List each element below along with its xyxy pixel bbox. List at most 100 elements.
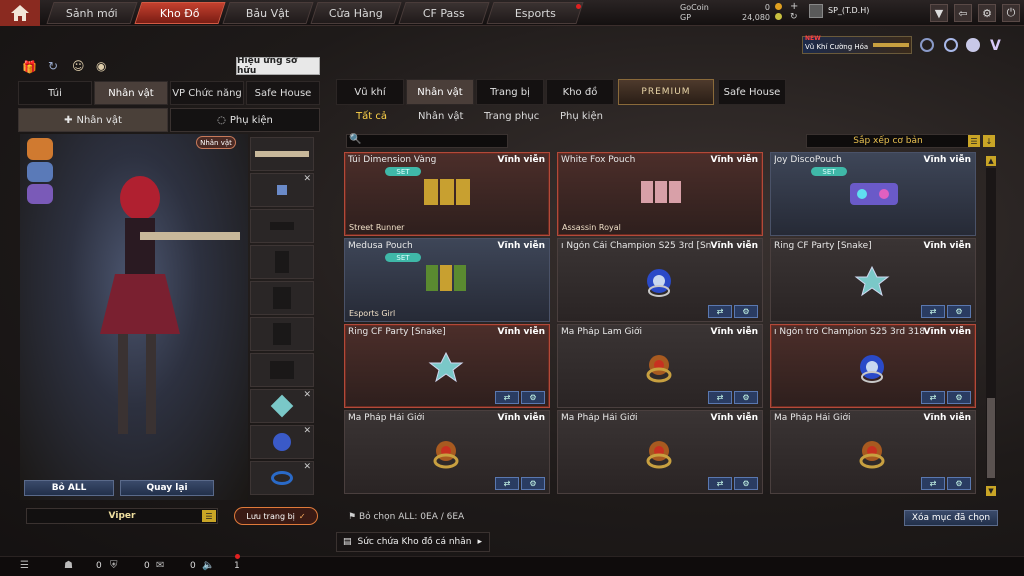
sort-order-icon[interactable]: ↓ — [983, 135, 995, 147]
sort-dropdown[interactable]: Sắp xếp cơ bản — [806, 134, 970, 148]
speaker-icon[interactable]: 🔈 — [202, 560, 214, 571]
exit-icon[interactable]: ⇦ — [954, 4, 972, 22]
convert-button[interactable]: ⇄ — [708, 391, 732, 404]
tab-functional[interactable]: VP Chức năng — [170, 81, 244, 105]
slot-8[interactable]: ✕ — [250, 425, 314, 459]
menu-icon[interactable]: ☰ — [202, 510, 216, 522]
convert-button[interactable]: ⇄ — [495, 477, 519, 490]
settings-button[interactable]: ⚙ — [947, 477, 971, 490]
tab-characters[interactable]: Nhân vật — [406, 79, 474, 105]
message-icon[interactable]: ✉ — [156, 560, 164, 571]
nav-tab-lobby[interactable]: Sảnh mới — [46, 2, 138, 24]
item-card[interactable]: ı Ngón Cái Champion S25 3rd [Snak Vĩnh vi… — [557, 238, 763, 322]
item-card[interactable]: Medusa Pouch Vĩnh viễn SET Esports Girl — [344, 238, 550, 322]
tab-character[interactable]: Nhân vật — [94, 81, 168, 105]
slot-3[interactable] — [250, 245, 314, 279]
subtab-outfit[interactable]: Trang phục — [484, 111, 539, 122]
remove-icon[interactable]: ✕ — [303, 174, 311, 184]
chat-list-icon[interactable]: ☰ — [20, 560, 29, 571]
convert-button[interactable]: ⇄ — [921, 477, 945, 490]
settings-button[interactable]: ⚙ — [734, 391, 758, 404]
settings-button[interactable]: ⚙ — [521, 391, 545, 404]
faction-icon-1[interactable] — [27, 138, 53, 160]
convert-button[interactable]: ⇄ — [708, 477, 732, 490]
character-icon[interactable]: ☺ — [72, 59, 85, 73]
faction-icon-3[interactable] — [27, 184, 53, 204]
convert-button[interactable]: ⇄ — [495, 391, 519, 404]
settings-button[interactable]: ⚙ — [734, 305, 758, 318]
nav-tab-cf-pass[interactable]: CF Pass — [398, 2, 490, 24]
scroll-down-arrow[interactable]: ▼ — [986, 486, 996, 496]
slot-2[interactable] — [250, 209, 314, 243]
remove-icon[interactable]: ✕ — [303, 426, 311, 436]
settings-button[interactable]: ⚙ — [521, 477, 545, 490]
tab-safe-house[interactable]: Safe House — [246, 81, 320, 105]
slot-5[interactable] — [250, 317, 314, 351]
tab-premium[interactable]: PREMIUM — [618, 79, 714, 105]
slot-weapon[interactable] — [250, 137, 314, 171]
cycle-icon[interactable]: ↻ — [48, 59, 58, 73]
v-logo-icon[interactable]: V — [990, 38, 1001, 54]
subtab-characters[interactable]: Nhân vật — [418, 111, 463, 122]
save-loadout-button[interactable]: Lưu trang bị ✓ — [234, 507, 318, 525]
remove-all-button[interactable]: Bỏ ALL — [24, 480, 114, 496]
item-card[interactable]: Ring CF Party [Snake] Vĩnh viễn ⇄ ⚙ — [770, 238, 976, 322]
remove-icon[interactable]: ✕ — [303, 390, 311, 400]
item-card[interactable]: Túi Dimension Vàng Vĩnh viễn SET Street Run… — [344, 152, 550, 236]
storage-capacity-bar[interactable]: ▤ Sức chứa Kho đồ cá nhân ▸ — [336, 532, 490, 552]
subtab-character[interactable]: ✚ Nhân vật — [18, 108, 168, 132]
promo-banner[interactable]: NEW Vũ Khí Cường Hóa — [802, 35, 912, 54]
slot-7[interactable]: ✕ — [250, 389, 314, 423]
item-card[interactable]: ı Ngón trỏ Champion S25 3rd 31899 Vĩnh vi… — [770, 324, 976, 408]
refresh-icon[interactable]: ↻ — [790, 12, 798, 22]
item-card[interactable]: Joy DiscoPouch Vĩnh viễn SET — [770, 152, 976, 236]
nav-tab-treasure[interactable]: Bảu Vật — [222, 2, 314, 24]
slot-1[interactable]: ✕ — [250, 173, 314, 207]
tab-weapons[interactable]: Vũ khí — [336, 79, 404, 105]
tab-bag[interactable]: Túi — [18, 81, 92, 105]
settings-button[interactable]: ⚙ — [947, 391, 971, 404]
home-button[interactable] — [0, 0, 40, 26]
nav-tab-shop[interactable]: Cửa Hàng — [310, 2, 402, 24]
settings-button[interactable]: ⚙ — [734, 477, 758, 490]
tab-storage[interactable]: Kho đồ — [546, 79, 614, 105]
convert-button[interactable]: ⇄ — [708, 305, 732, 318]
item-card[interactable]: Ma Pháp Lam Giới Vĩnh viễn ⇄ ⚙ — [557, 324, 763, 408]
friends-icon[interactable]: ☗ — [64, 560, 73, 571]
power-icon[interactable]: ⏻ — [1002, 4, 1020, 22]
slot-9[interactable]: ✕ — [250, 461, 314, 495]
faction-icon-2[interactable] — [27, 162, 53, 182]
event-icon-2[interactable] — [944, 38, 958, 52]
add-currency-icon[interactable]: + — [790, 1, 798, 12]
clear-selection-button[interactable]: Xóa mục đã chọn — [904, 510, 998, 526]
event-icon-3[interactable] — [966, 38, 980, 52]
item-card[interactable]: Ma Pháp Hải Giới Vĩnh viễn ⇄ ⚙ — [770, 410, 976, 494]
tab-equipment[interactable]: Trang bị — [476, 79, 544, 105]
clan-icon[interactable]: ⛨ — [110, 560, 118, 571]
back-button[interactable]: Quay lại — [120, 480, 214, 496]
convert-button[interactable]: ⇄ — [921, 391, 945, 404]
subtab-accessory[interactable]: ◌ Phụ kiện — [170, 108, 320, 132]
item-card[interactable]: White Fox Pouch Vĩnh viễn Assassin Royal — [557, 152, 763, 236]
tab-safe-house-right[interactable]: Safe House — [718, 79, 786, 105]
shield-icon[interactable]: ▼ — [930, 4, 948, 22]
remove-icon[interactable]: ✕ — [303, 462, 311, 472]
gear-icon[interactable]: ⚙ — [978, 4, 996, 22]
accessory-icon[interactable]: ◉ — [96, 59, 106, 73]
slot-6[interactable] — [250, 353, 314, 387]
effects-owned-button[interactable]: Hiệu ứng sở hữu — [236, 56, 320, 76]
subtab-all[interactable]: Tất cả — [356, 111, 387, 122]
item-card[interactable]: Ma Pháp Hải Giới Vĩnh viễn ⇄ ⚙ — [344, 410, 550, 494]
slot-4[interactable] — [250, 281, 314, 315]
event-icon-1[interactable] — [920, 38, 934, 52]
item-card[interactable]: Ring CF Party [Snake] Vĩnh viễn ⇄ ⚙ — [344, 324, 550, 408]
nav-tab-inventory[interactable]: Kho Đồ — [134, 2, 226, 24]
scroll-up-arrow[interactable]: ▲ — [986, 156, 996, 166]
scrollbar-thumb[interactable] — [987, 398, 995, 478]
settings-button[interactable]: ⚙ — [947, 305, 971, 318]
convert-button[interactable]: ⇄ — [921, 305, 945, 318]
gift-icon[interactable]: 🎁 — [22, 60, 37, 74]
search-input[interactable]: 🔍 — [346, 134, 508, 148]
character-preview[interactable]: Nhân vật Bỏ ALL Quay lại — [20, 134, 248, 500]
item-card[interactable]: Ma Pháp Hải Giới Vĩnh viễn ⇄ ⚙ — [557, 410, 763, 494]
